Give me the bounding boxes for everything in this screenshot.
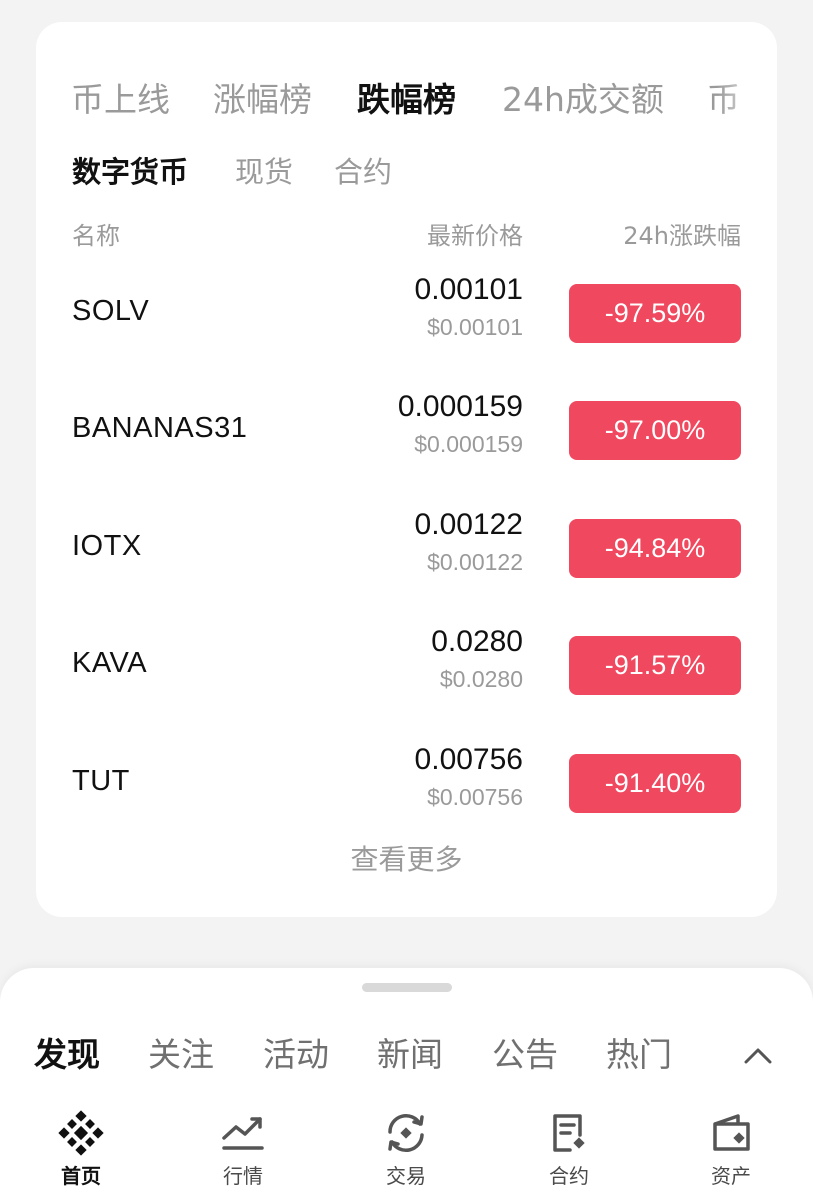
futures-doc-icon (553, 1114, 585, 1152)
tab-top-losers[interactable]: 跌幅榜 (357, 70, 456, 130)
last-price: 0.00756 (414, 743, 523, 776)
coin-symbol: IOTX (72, 530, 142, 562)
column-header-change: 24h涨跌幅 (623, 222, 741, 250)
usd-price: $0.0280 (439, 666, 523, 692)
subtab-crypto[interactable]: 数字货币 (72, 148, 188, 196)
usd-price: $0.00756 (427, 784, 523, 810)
last-price: 0.00101 (414, 273, 523, 306)
tab-top-gainers[interactable]: 涨幅榜 (213, 70, 312, 130)
coin-symbol: KAVA (72, 647, 148, 679)
ranking-tabs: 币上线 涨幅榜 跌幅榜 24h成交额 币 (36, 70, 777, 130)
nav-home[interactable]: 首页 (26, 1110, 136, 1200)
wallet-icon (713, 1114, 750, 1151)
usd-price: $0.00122 (427, 549, 523, 575)
change-badge[interactable]: -97.00% (569, 401, 741, 460)
usd-price: $0.00101 (427, 314, 523, 340)
tab-news[interactable]: 新闻 (377, 1030, 443, 1080)
tab-new-listings[interactable]: 币上线 (71, 70, 170, 130)
nav-futures[interactable]: 合约 (514, 1110, 624, 1200)
bottom-sheet: 发现 关注 活动 新闻 公告 热门 首页 行情 交易 合约 资产 (0, 968, 813, 1200)
nav-markets[interactable]: 行情 (188, 1110, 298, 1200)
tabs-fade-overlay (717, 70, 777, 130)
nav-label: 资产 (711, 1164, 751, 1188)
home-diamond-icon (58, 1110, 104, 1156)
column-header-price: 最新价格 (427, 222, 523, 250)
tab-following[interactable]: 关注 (148, 1030, 214, 1080)
tab-trending[interactable]: 热门 (606, 1030, 672, 1080)
top-losers-card: 币上线 涨幅榜 跌幅榜 24h成交额 币 数字货币 现货 合约 名称 最新价格 … (36, 22, 777, 917)
bottom-navigation: 首页 行情 交易 合约 资产 (0, 1110, 813, 1200)
last-price: 0.000159 (397, 390, 523, 423)
tab-discover[interactable]: 发现 (34, 1030, 100, 1080)
nav-label: 合约 (549, 1164, 589, 1188)
drag-handle[interactable] (362, 983, 452, 992)
view-more-link[interactable]: 查看更多 (36, 838, 777, 882)
table-row[interactable]: KAVA 0.0280 $0.0280 -91.57% (36, 620, 777, 737)
feed-tabs: 发现 关注 活动 新闻 公告 热门 (0, 1030, 813, 1080)
chevron-up-icon[interactable] (740, 1038, 776, 1074)
table-row[interactable]: IOTX 0.00122 $0.00122 -94.84% (36, 503, 777, 620)
subtab-spot[interactable]: 现货 (235, 148, 293, 196)
tab-activities[interactable]: 活动 (263, 1030, 329, 1080)
subtab-futures[interactable]: 合约 (334, 148, 392, 196)
change-badge[interactable]: -91.57% (569, 636, 741, 695)
coin-symbol: TUT (72, 765, 130, 797)
coin-symbol: BANANAS31 (72, 412, 248, 444)
nav-label: 交易 (386, 1164, 426, 1188)
nav-label: 首页 (61, 1164, 101, 1188)
tab-announcements[interactable]: 公告 (492, 1030, 558, 1080)
change-badge[interactable]: -91.40% (569, 754, 741, 813)
market-chart-icon (222, 1117, 264, 1150)
usd-price: $0.000159 (414, 431, 523, 457)
tab-24h-volume[interactable]: 24h成交额 (502, 70, 664, 130)
table-row[interactable]: BANANAS31 0.000159 $0.000159 -97.00% (36, 385, 777, 502)
coin-symbol: SOLV (72, 295, 150, 327)
nav-label: 行情 (223, 1164, 263, 1188)
change-badge[interactable]: -97.59% (569, 284, 741, 343)
table-row[interactable]: SOLV 0.00101 $0.00101 -97.59% (36, 268, 777, 385)
nav-trade[interactable]: 交易 (351, 1110, 461, 1200)
trade-swap-icon (388, 1114, 424, 1152)
asset-type-tabs: 数字货币 现货 合约 (36, 148, 777, 196)
change-badge[interactable]: -94.84% (569, 519, 741, 578)
column-header-name: 名称 (72, 222, 120, 250)
last-price: 0.0280 (431, 625, 523, 658)
nav-assets[interactable]: 资产 (676, 1110, 786, 1200)
last-price: 0.00122 (414, 508, 523, 541)
